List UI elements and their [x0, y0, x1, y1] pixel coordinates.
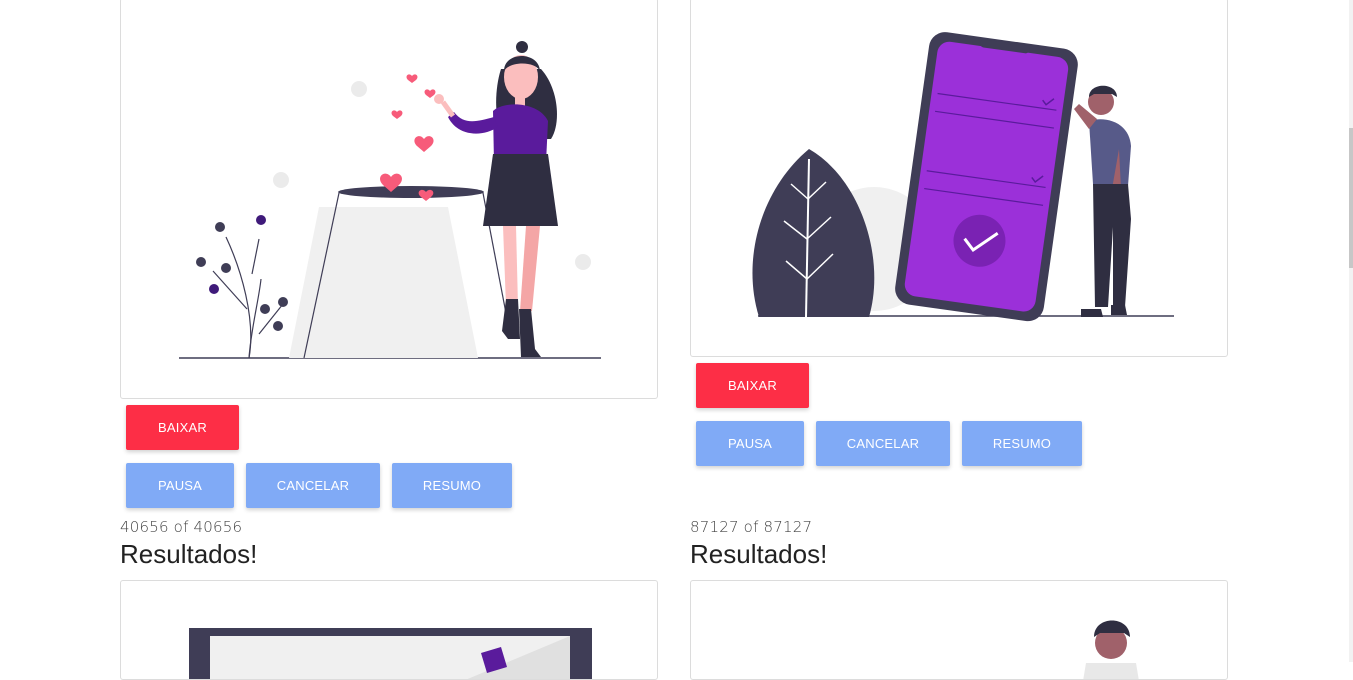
results-title-left: Resultados!: [120, 539, 258, 569]
page-scrollbar[interactable]: [1349, 0, 1353, 662]
image-card-right: [690, 0, 1228, 357]
man-with-phone-illustration: [752, 32, 1174, 322]
resume-button-left[interactable]: RESUMO: [392, 463, 512, 508]
cancel-button-right[interactable]: CANCELAR: [816, 421, 950, 466]
result-card-left: [120, 580, 658, 680]
results-title-right: Resultados!: [690, 539, 828, 569]
resume-button-right[interactable]: RESUMO: [962, 421, 1082, 466]
progress-text-right: 87127 of 87127: [690, 518, 813, 536]
pause-button-left[interactable]: PAUSA: [126, 463, 234, 508]
progress-text-left: 40656 of 40656: [120, 518, 243, 536]
result-preview-illustration-left: [189, 628, 592, 679]
result-preview-illustration-right: [1083, 620, 1139, 679]
image-card-left: [120, 0, 658, 399]
pause-button-right[interactable]: PAUSA: [696, 421, 804, 466]
scrollbar-thumb[interactable]: [1349, 128, 1353, 268]
result-card-right: [690, 580, 1228, 680]
download-button-right[interactable]: BAIXAR: [696, 363, 809, 408]
woman-with-hearts-illustration: [179, 41, 601, 359]
download-button-left[interactable]: BAIXAR: [126, 405, 239, 450]
cancel-button-left[interactable]: CANCELAR: [246, 463, 380, 508]
